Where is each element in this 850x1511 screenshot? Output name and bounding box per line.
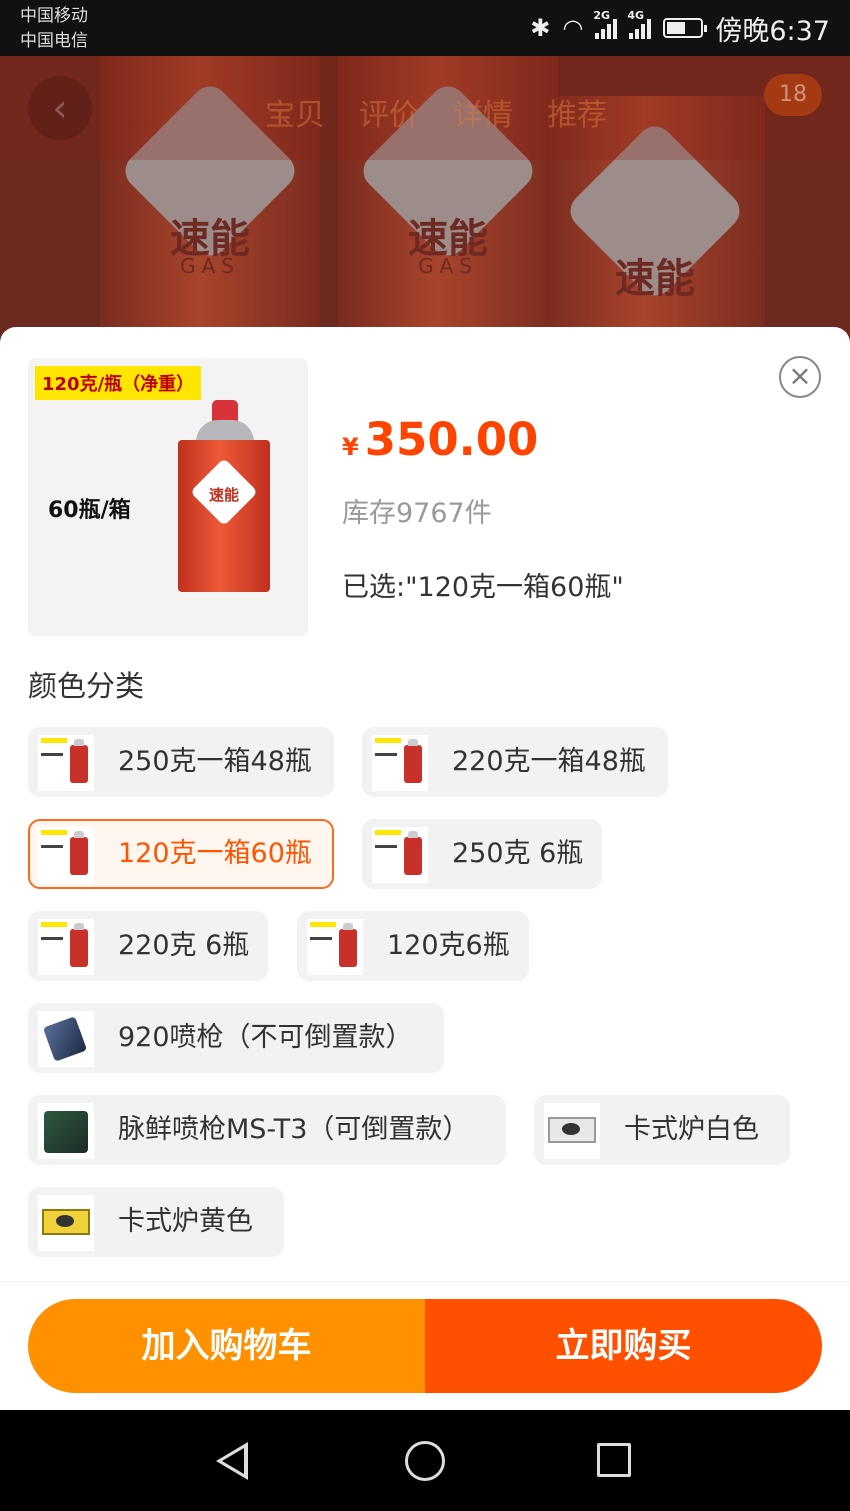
option-label: 250克一箱48瓶 xyxy=(118,746,312,777)
wifi-icon: ◠ xyxy=(562,14,584,42)
option-250g-48[interactable]: 250克一箱48瓶 xyxy=(28,727,334,797)
option-220g-48[interactable]: 220克一箱48瓶 xyxy=(362,727,668,797)
can-brand: 速能 xyxy=(208,486,239,504)
product-thumbnail[interactable]: 120克/瓶（净重） 60瓶/箱 速能 xyxy=(28,358,308,636)
gas-can-thumbnail-icon xyxy=(372,827,428,883)
gas-can-image: 速能 xyxy=(178,400,270,592)
tab-item[interactable]: 宝贝 xyxy=(265,90,325,134)
top-nav: ‹ 宝贝 评价 详情 推荐 18 xyxy=(0,56,850,160)
back-button[interactable]: ‹ xyxy=(28,76,92,140)
option-label: 120克一箱60瓶 xyxy=(118,838,312,869)
buy-now-button[interactable]: 立即购买 xyxy=(425,1299,822,1393)
tab-recommend[interactable]: 推荐 xyxy=(547,90,607,134)
option-label: 250克 6瓶 xyxy=(452,838,584,869)
price-value: 350.00 xyxy=(364,413,539,466)
product-page-background: 速能 GAS 速能 GAS 速能 ‹ 宝贝 评价 详情 推荐 18 xyxy=(0,56,850,346)
add-to-cart-button[interactable]: 加入购物车 xyxy=(28,1299,425,1393)
option-label: 卡式炉白色 xyxy=(624,1114,759,1145)
price: ¥350.00 xyxy=(342,413,538,466)
option-250g-6[interactable]: 250克 6瓶 xyxy=(362,819,602,889)
weight-tag: 120克/瓶（净重） xyxy=(35,366,202,400)
gas-can-thumbnail-icon xyxy=(307,919,363,975)
option-220g-6[interactable]: 220克 6瓶 xyxy=(28,911,268,981)
count-label: 60瓶/箱 xyxy=(48,498,131,523)
gas-can-thumbnail-icon xyxy=(372,735,428,791)
option-label: 120克6瓶 xyxy=(387,930,510,961)
carrier-1: 中国移动 xyxy=(20,6,88,26)
tab-reviews[interactable]: 评价 xyxy=(359,90,419,134)
torch-thumbnail-icon xyxy=(38,1103,94,1159)
cart-badge[interactable]: 18 xyxy=(764,74,822,116)
status-icons: ✱ ◠ 2G 4G 傍晚6:37 xyxy=(530,9,830,47)
system-nav-bar xyxy=(0,1410,850,1511)
divider xyxy=(0,1281,850,1282)
stove-thumbnail-icon xyxy=(544,1103,600,1159)
option-ms-t3-torch[interactable]: 脉鲜喷枪MS-T3（可倒置款） xyxy=(28,1095,506,1165)
nav-recents-icon[interactable] xyxy=(597,1443,631,1477)
option-label: 920喷枪（不可倒置款） xyxy=(118,1022,413,1053)
option-label: 220克一箱48瓶 xyxy=(452,746,646,777)
status-bar: 中国移动 中国电信 ✱ ◠ 2G 4G 傍晚6:37 xyxy=(0,0,850,56)
carrier-info: 中国移动 中国电信 xyxy=(20,4,88,54)
bluetooth-icon: ✱ xyxy=(530,14,551,42)
network-4g-label: 4G xyxy=(627,9,645,22)
sku-selector-sheet: 120克/瓶（净重） 60瓶/箱 速能 ¥350.00 库存9767件 已选:"… xyxy=(0,327,850,1410)
stove-thumbnail-icon xyxy=(38,1195,94,1251)
option-label: 220克 6瓶 xyxy=(118,930,250,961)
clock: 傍晚6:37 xyxy=(715,15,830,47)
torch-thumbnail-icon xyxy=(38,1011,94,1067)
currency-symbol: ¥ xyxy=(342,433,359,461)
nav-home-icon[interactable] xyxy=(405,1441,445,1481)
gas-can-thumbnail-icon xyxy=(38,827,94,883)
option-120g-6[interactable]: 120克6瓶 xyxy=(297,911,529,981)
section-title-color: 颜色分类 xyxy=(28,669,145,703)
selected-variant: 已选:"120克一箱60瓶" xyxy=(342,572,624,603)
stock-count: 库存9767件 xyxy=(342,498,492,529)
option-label: 脉鲜喷枪MS-T3（可倒置款） xyxy=(118,1114,470,1145)
option-stove-white[interactable]: 卡式炉白色 xyxy=(534,1095,790,1165)
carrier-2: 中国电信 xyxy=(20,31,88,51)
product-tabs: 宝贝 评价 详情 推荐 xyxy=(265,90,607,134)
option-label: 卡式炉黄色 xyxy=(118,1206,253,1237)
background-gas: GAS xyxy=(418,254,478,278)
close-icon[interactable]: × xyxy=(779,356,821,398)
option-stove-yellow[interactable]: 卡式炉黄色 xyxy=(28,1187,284,1257)
nav-back-icon[interactable] xyxy=(216,1442,248,1480)
background-gas: GAS xyxy=(180,254,240,278)
gas-can-thumbnail-icon xyxy=(38,919,94,975)
option-920-torch[interactable]: 920喷枪（不可倒置款） xyxy=(28,1003,444,1073)
option-120g-60[interactable]: 120克一箱60瓶 xyxy=(28,819,334,889)
battery-icon xyxy=(663,18,708,38)
gas-can-thumbnail-icon xyxy=(38,735,94,791)
signal-4g-icon: 4G xyxy=(627,9,652,39)
network-2g-label: 2G xyxy=(593,9,611,22)
tab-details[interactable]: 详情 xyxy=(453,90,513,134)
background-brand: 速能 xyxy=(615,256,695,302)
signal-2g-icon: 2G xyxy=(593,9,618,39)
